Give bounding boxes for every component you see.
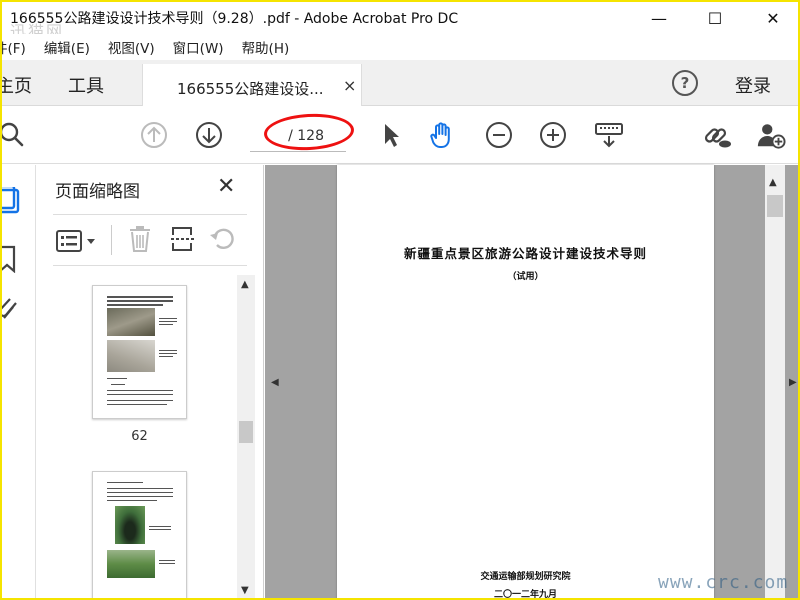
title-bar: 166555公路建设设计技术导则（9.28）.pdf - Adobe Acrob… xyxy=(2,2,798,41)
menu-edit[interactable]: 编辑(E) xyxy=(44,37,90,57)
navigation-rail xyxy=(2,165,36,598)
thumbnails-panel: 页面缩略图 ✕ 62 ▲ ▼ xyxy=(37,165,264,598)
scroll-up-icon[interactable]: ▲ xyxy=(241,279,249,290)
collapse-right-icon[interactable]: ▶ xyxy=(789,377,797,388)
help-icon[interactable]: ? xyxy=(672,70,698,96)
collapse-left-icon[interactable]: ◀ xyxy=(271,377,279,388)
keyboard-icon[interactable] xyxy=(594,120,624,150)
divider xyxy=(111,225,112,255)
minimize-button[interactable]: — xyxy=(636,2,682,34)
tab-home[interactable]: 主页 xyxy=(2,72,32,98)
panel-title: 页面缩略图 xyxy=(55,182,140,202)
add-user-icon[interactable] xyxy=(756,120,786,150)
document-title: 新疆重点景区旅游公路设计建设技术导则 xyxy=(403,246,647,261)
thumbnail-photo xyxy=(107,550,155,578)
scroll-up-icon[interactable]: ▲ xyxy=(769,177,777,188)
document-page: 新疆重点景区旅游公路设计建设技术导则 （试用） 交通运输部规划研究院 二〇一二年… xyxy=(337,165,714,598)
page-down-icon[interactable] xyxy=(194,120,224,150)
document-scrollbar[interactable]: ▲ xyxy=(765,165,785,598)
panel-scrollbar[interactable]: ▲ ▼ xyxy=(237,275,255,598)
close-window-button[interactable]: ✕ xyxy=(750,2,796,34)
tab-bar: 主页 工具 166555公路建设设... × ? 登录 xyxy=(2,60,798,106)
attachments-icon[interactable] xyxy=(2,297,24,325)
divider xyxy=(53,265,247,266)
menu-view[interactable]: 视图(V) xyxy=(108,37,155,57)
scrollbar-thumb[interactable] xyxy=(239,421,253,443)
bookmarks-icon[interactable] xyxy=(2,245,24,274)
zoom-in-icon[interactable] xyxy=(538,120,568,150)
window-title: 166555公路建设设计技术导则（9.28）.pdf - Adobe Acrob… xyxy=(10,11,459,27)
page-thumbnails-icon[interactable] xyxy=(2,184,24,215)
select-arrow-icon[interactable] xyxy=(376,120,406,150)
maximize-button[interactable]: ☐ xyxy=(692,2,738,34)
thumbnail-page-number: 62 xyxy=(131,429,148,444)
menu-bar: 件(F) 编辑(E) 视图(V) 窗口(W) 帮助(H) xyxy=(2,34,798,60)
menu-help[interactable]: 帮助(H) xyxy=(242,37,290,57)
page-up-icon[interactable] xyxy=(139,120,169,150)
watermark-bottom: www.crc.com xyxy=(658,572,789,593)
app-window: 166555公路建设设计技术导则（9.28）.pdf - Adobe Acrob… xyxy=(0,0,800,600)
menu-window[interactable]: 窗口(W) xyxy=(173,37,224,57)
page-thumbnail[interactable] xyxy=(92,471,187,598)
panel-toolbar xyxy=(53,223,247,257)
hand-tool-icon[interactable] xyxy=(428,120,458,150)
menu-file[interactable]: 件(F) xyxy=(2,37,26,57)
tab-close-icon[interactable]: × xyxy=(343,76,356,95)
document-subtitle: （试用） xyxy=(507,272,544,282)
rotate-page-icon[interactable] xyxy=(209,225,239,253)
tab-document-label: 166555公路建设设... xyxy=(177,80,324,98)
login-button[interactable]: 登录 xyxy=(735,72,771,98)
thumbnail-photo xyxy=(107,340,155,372)
thumbnail-photo xyxy=(107,308,155,336)
extract-page-icon[interactable] xyxy=(169,225,197,253)
delete-page-icon[interactable] xyxy=(127,225,153,253)
scrollbar-thumb[interactable] xyxy=(767,195,783,217)
toolbar: / 128 xyxy=(2,106,798,164)
share-link-icon[interactable] xyxy=(702,120,732,150)
divider xyxy=(53,214,247,215)
tab-tools[interactable]: 工具 xyxy=(68,72,104,98)
search-icon[interactable] xyxy=(2,120,28,150)
document-viewer[interactable]: ◀ 新疆重点景区旅游公路设计建设技术导则 （试用） 交通运输部规划研究院 二〇一… xyxy=(265,165,798,598)
tab-document[interactable]: 166555公路建设设... × xyxy=(142,64,362,106)
options-menu-icon[interactable] xyxy=(55,229,101,253)
zoom-out-icon[interactable] xyxy=(484,120,514,150)
panel-close-icon[interactable]: ✕ xyxy=(217,174,235,199)
scroll-down-icon[interactable]: ▼ xyxy=(241,585,249,596)
thumbnail-photo xyxy=(115,506,145,544)
page-thumbnail[interactable] xyxy=(92,285,187,419)
